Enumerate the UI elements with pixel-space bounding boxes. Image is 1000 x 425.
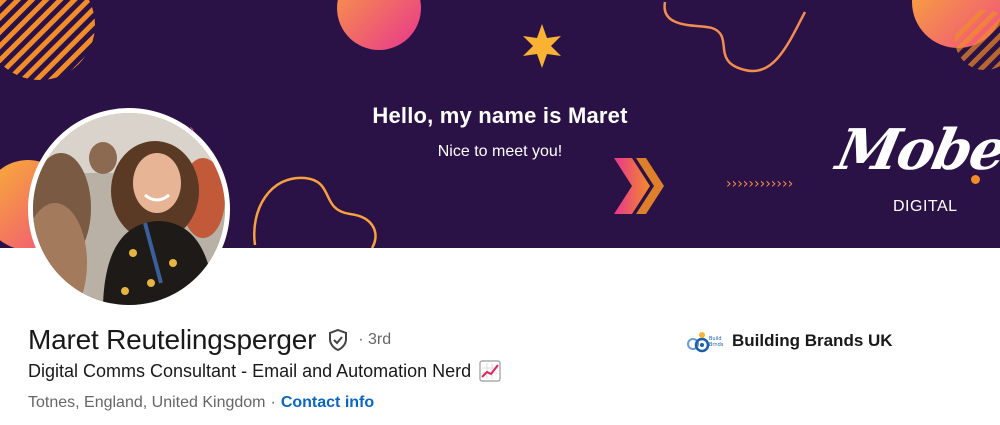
profile-headline: Digital Comms Consultant - Email and Aut… xyxy=(28,360,472,381)
svg-text:››››››››››››: ›››››››››››› xyxy=(726,176,793,192)
banner-headline: Hello, my name is Maret xyxy=(372,103,628,128)
shield-check-icon[interactable] xyxy=(326,328,350,352)
name-row: Maret Reutelingsperger · 3rd xyxy=(28,320,391,360)
profile-photo xyxy=(33,113,225,305)
profile-location: Totnes, England, United Kingdom xyxy=(28,394,266,411)
location-separator: · xyxy=(270,394,276,411)
avatar[interactable] xyxy=(28,108,230,310)
profile-photo-illustration xyxy=(33,113,225,305)
building-brands-logo-icon: Build Brnds xyxy=(684,327,724,355)
current-company[interactable]: Build Brnds Building Brands UK xyxy=(684,327,893,355)
profile-headline-row: Digital Comms Consultant - Email and Aut… xyxy=(28,360,501,382)
svg-text:Brnds: Brnds xyxy=(709,342,724,348)
brand-logo-word: DIGITAL xyxy=(893,198,958,215)
banner-subheadline: Nice to meet you! xyxy=(437,143,563,160)
location-row: Totnes, England, United Kingdom · Contac… xyxy=(28,394,374,412)
brand-logo-dot xyxy=(971,175,980,184)
brand-logo: Mobe DIGITAL xyxy=(831,117,1000,220)
company-name: Building Brands UK xyxy=(732,331,893,350)
profile-name: Maret Reutelingsperger xyxy=(28,324,317,355)
connection-degree: · 3rd xyxy=(358,331,392,348)
contact-info-link[interactable]: Contact info xyxy=(281,394,374,412)
chart-increasing-icon xyxy=(479,360,501,382)
brand-logo-script: Mobe xyxy=(830,117,1000,183)
